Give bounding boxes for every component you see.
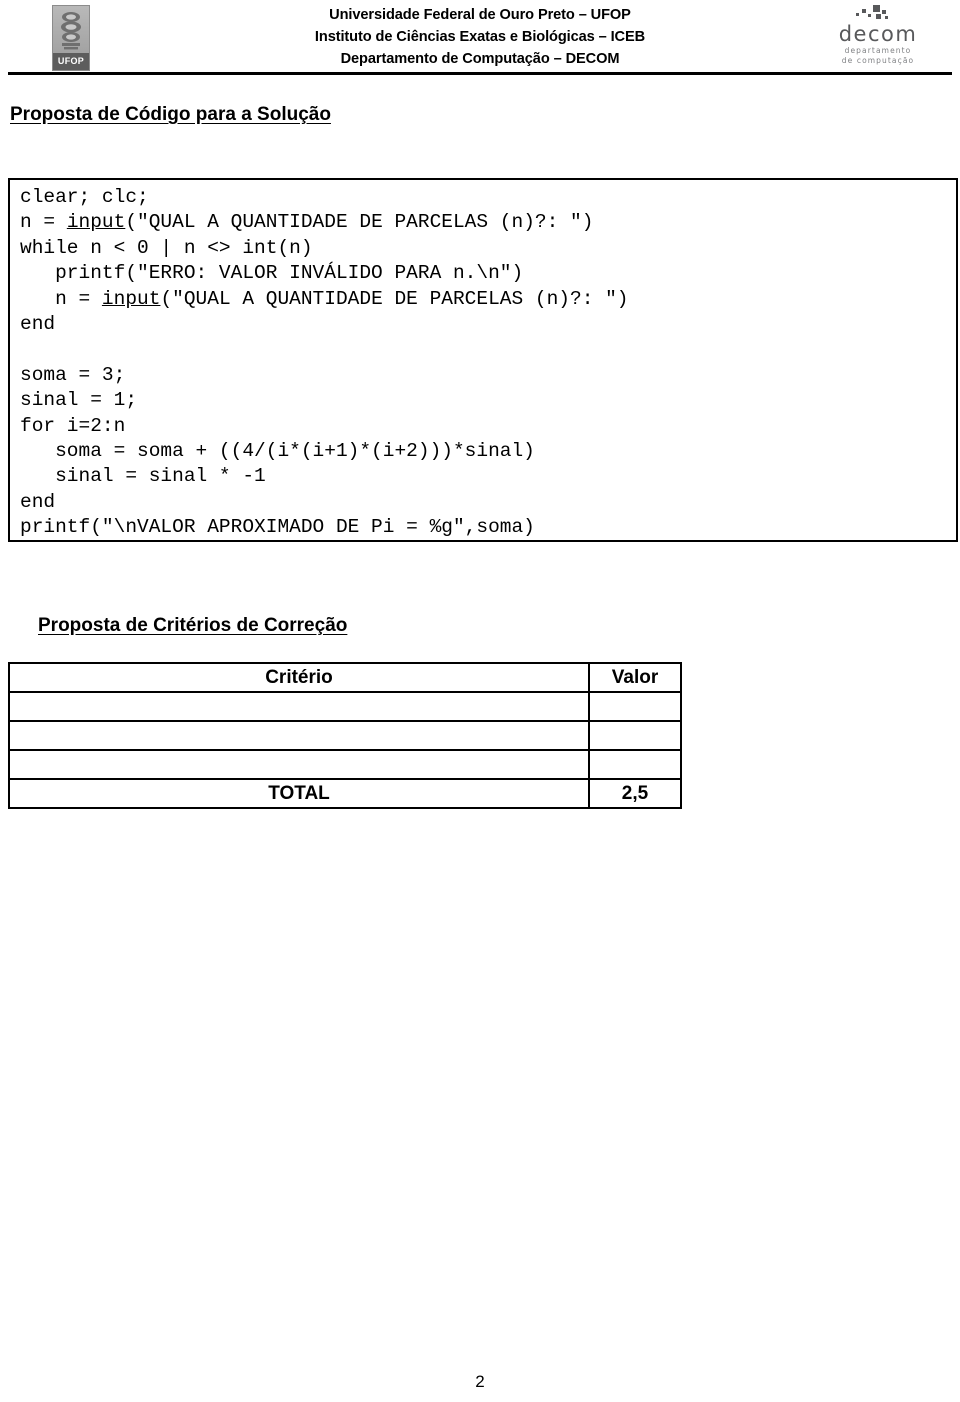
page-header: UFOP Universidade Federal de Ouro Preto …: [0, 0, 960, 78]
decom-logo-sub-2: de computação: [841, 56, 915, 65]
cell-criterio[interactable]: [8, 720, 590, 751]
table-total-row: TOTAL 2,5: [8, 778, 682, 809]
code-section-heading: Proposta de Código para a Solução: [10, 104, 331, 125]
criteria-table: Critério Valor TOTAL 2,5: [8, 662, 682, 809]
ufop-logo-label: UFOP: [53, 53, 89, 70]
cell-valor[interactable]: [588, 691, 682, 722]
page-number: 2: [475, 1372, 485, 1391]
cell-valor[interactable]: [588, 720, 682, 751]
decom-dots-icon: [854, 4, 902, 23]
cell-valor[interactable]: [588, 749, 682, 780]
cell-criterio[interactable]: [8, 691, 590, 722]
decom-logo-sub-1: departamento: [844, 46, 912, 55]
cell-criterio[interactable]: [8, 749, 590, 780]
ufop-seal-icon: [56, 9, 86, 54]
table-row[interactable]: [8, 720, 682, 751]
table-header-row: Critério Valor: [8, 662, 682, 693]
table-row[interactable]: [8, 691, 682, 722]
code-block: clear; clc; n = input("QUAL A QUANTIDADE…: [8, 178, 958, 542]
table-row[interactable]: [8, 749, 682, 780]
total-value: 2,5: [588, 778, 682, 809]
header-inner: UFOP Universidade Federal de Ouro Preto …: [0, 0, 960, 75]
institution-title-block: Universidade Federal de Ouro Preto – UFO…: [180, 4, 780, 70]
header-divider: [8, 72, 952, 75]
criteria-table-body: TOTAL 2,5: [8, 691, 682, 809]
decom-logo: decom departamento de computação: [812, 4, 944, 70]
column-header-criterio: Critério: [8, 662, 590, 693]
institution-line-3: Departamento de Computação – DECOM: [340, 51, 620, 67]
decom-logo-name: decom: [838, 22, 918, 46]
total-label: TOTAL: [8, 778, 590, 809]
column-header-valor: Valor: [588, 662, 682, 693]
institution-line-2: Instituto de Ciências Exatas e Biológica…: [314, 29, 646, 45]
institution-line-1: Universidade Federal de Ouro Preto – UFO…: [329, 7, 631, 23]
code-listing: clear; clc; n = input("QUAL A QUANTIDADE…: [20, 186, 629, 539]
criteria-section-heading: Proposta de Critérios de Correção: [38, 615, 348, 636]
ufop-logo: UFOP: [52, 5, 90, 71]
